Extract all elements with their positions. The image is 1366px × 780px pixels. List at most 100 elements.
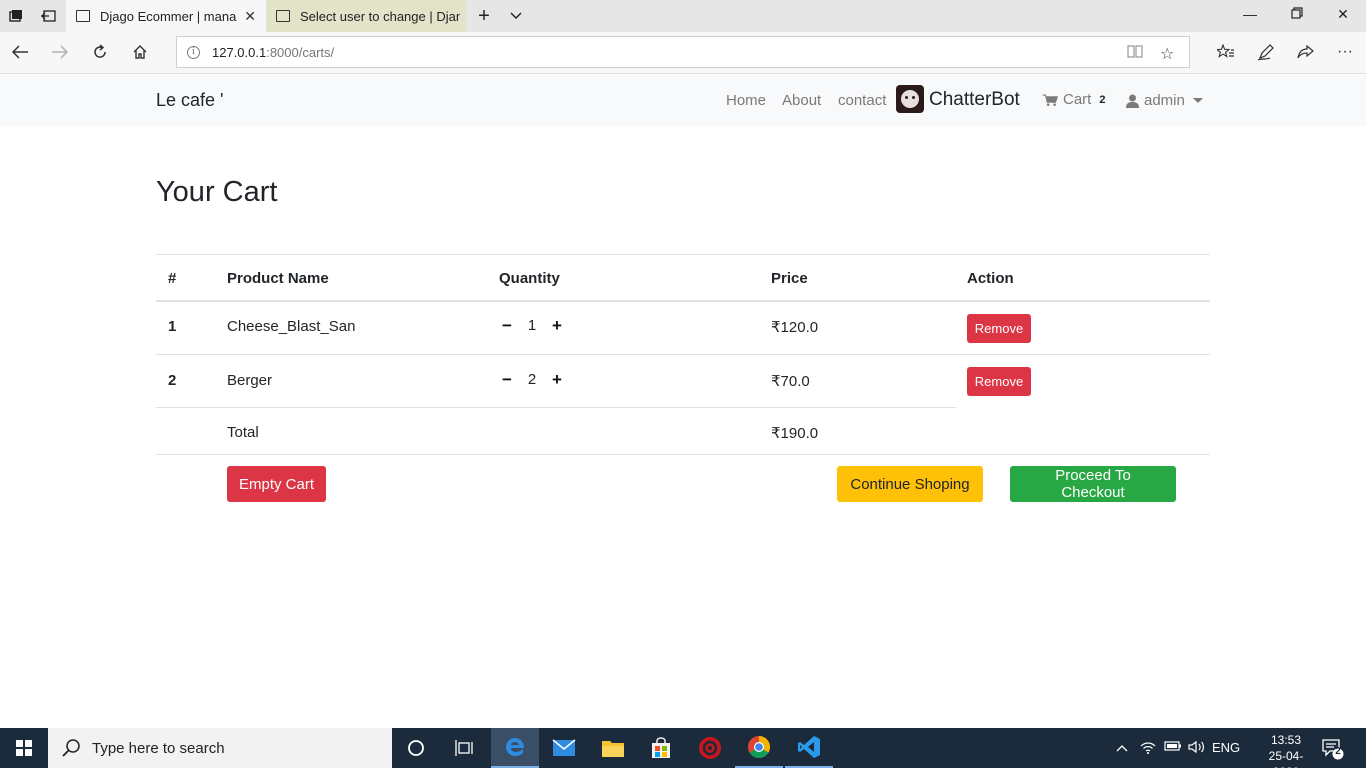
user-name: admin — [1144, 92, 1185, 109]
url-path: :8000/carts/ — [266, 44, 335, 60]
user-dropdown[interactable]: admin — [1126, 92, 1203, 109]
new-tab-icon[interactable]: + — [476, 5, 492, 27]
show-hidden-icons-icon[interactable] — [1116, 740, 1128, 755]
user-icon — [1126, 94, 1139, 108]
windows-logo-icon — [16, 740, 32, 756]
total-value: ₹190.0 — [771, 425, 819, 442]
divider — [156, 254, 1210, 255]
chatterbot-logo-icon[interactable] — [896, 85, 924, 113]
language-indicator[interactable]: ENG — [1212, 740, 1240, 755]
battery-icon[interactable] — [1164, 740, 1182, 755]
page-icon — [76, 10, 90, 22]
action-center-icon[interactable]: 2 — [1322, 738, 1344, 760]
tab-select-user[interactable]: Select user to change | Djan — [266, 0, 466, 32]
row-index: 2 — [168, 372, 177, 389]
url-field[interactable]: i 127.0.0.1:8000/carts/ ☆ — [176, 36, 1190, 68]
nav-link-chatterbot[interactable]: ChatterBot — [929, 89, 1020, 111]
app-icon[interactable] — [686, 728, 734, 768]
site-info-icon[interactable]: i — [187, 45, 200, 59]
vscode-icon[interactable] — [785, 728, 833, 768]
tab-title: Djago Ecommer | mana — [100, 8, 237, 24]
more-options-icon[interactable]: ··· — [1334, 41, 1356, 63]
quantity-value: 1 — [527, 317, 537, 334]
close-icon[interactable]: ✕ — [244, 8, 256, 25]
minimize-icon[interactable]: — — [1240, 6, 1260, 22]
edge-browser-icon[interactable] — [491, 728, 539, 768]
restore-icon[interactable] — [1287, 6, 1307, 22]
increase-quantity-button[interactable]: + — [549, 316, 565, 335]
refresh-icon[interactable] — [89, 41, 111, 63]
chrome-icon[interactable] — [735, 728, 783, 768]
volume-icon[interactable] — [1188, 740, 1206, 757]
wifi-icon[interactable] — [1140, 740, 1156, 757]
divider — [156, 300, 1210, 302]
brand-link[interactable]: Le cafe ' — [156, 90, 223, 111]
mail-icon[interactable] — [540, 728, 588, 768]
clock[interactable]: 13:53 25-04-2020 — [1258, 732, 1314, 780]
set-tabs-aside-icon[interactable] — [40, 8, 56, 24]
browser-address-bar: i 127.0.0.1:8000/carts/ ☆ ··· — [0, 32, 1366, 74]
start-button[interactable] — [0, 728, 48, 768]
back-icon[interactable] — [9, 41, 31, 63]
chevron-down-icon[interactable] — [508, 8, 524, 24]
notes-pen-icon[interactable] — [1255, 41, 1277, 63]
url-host: 127.0.0.1 — [212, 44, 267, 60]
clock-time: 13:53 — [1270, 733, 1302, 747]
home-icon[interactable] — [129, 41, 151, 63]
column-header-index: # — [168, 270, 177, 287]
increase-quantity-button[interactable]: + — [549, 370, 565, 389]
quantity-value: 2 — [527, 371, 537, 388]
divider — [156, 354, 1210, 355]
column-header-product-name: Product Name — [227, 270, 329, 287]
remove-item-button[interactable]: Remove — [967, 367, 1031, 396]
decrease-quantity-button[interactable]: − — [499, 370, 515, 389]
share-icon[interactable] — [1295, 41, 1317, 63]
reading-view-icon[interactable] — [1127, 44, 1143, 63]
cart-label: Cart — [1063, 91, 1092, 108]
search-placeholder: Type here to search — [92, 739, 225, 757]
cortana-icon[interactable] — [392, 728, 440, 768]
decrease-quantity-button[interactable]: − — [499, 316, 515, 335]
caret-down-icon — [1192, 98, 1203, 103]
notification-count: 2 — [1335, 746, 1341, 757]
divider — [156, 407, 956, 408]
divider — [156, 454, 1210, 455]
tab-title: Select user to change | Djan — [300, 8, 460, 24]
nav-link-about[interactable]: About — [782, 92, 821, 109]
empty-cart-button[interactable]: Empty Cart — [227, 466, 326, 502]
column-header-action: Action — [967, 270, 1014, 287]
continue-shopping-button[interactable]: Continue Shoping — [837, 466, 983, 502]
store-icon[interactable] — [637, 728, 685, 768]
nav-link-contact[interactable]: contact — [838, 92, 886, 109]
close-window-icon[interactable]: ✕ — [1333, 6, 1353, 23]
tab-manager-icon[interactable] — [8, 8, 24, 24]
total-label: Total — [227, 424, 259, 441]
product-price: ₹120.0 — [771, 319, 819, 336]
quantity-stepper: − 1 + — [499, 316, 565, 335]
tab-django-ecommerce[interactable]: Djago Ecommer | mana ✕ — [66, 0, 266, 32]
site-navbar: Le cafe ' Home About contact ChatterBot … — [0, 75, 1366, 126]
favorites-icon[interactable] — [1215, 41, 1237, 63]
taskbar-search-input[interactable]: Type here to search — [48, 728, 392, 768]
product-price: ₹70.0 — [771, 373, 810, 390]
favorite-star-icon[interactable]: ☆ — [1160, 44, 1174, 64]
nav-link-cart[interactable]: Cart 2 — [1042, 91, 1105, 108]
browser-tab-bar: Djago Ecommer | mana ✕ Select user to ch… — [0, 0, 1366, 32]
product-name: Berger — [227, 372, 273, 389]
windows-taskbar: Type here to search ENG 13:53 25-04-2020… — [0, 728, 1366, 779]
task-view-icon[interactable] — [440, 728, 488, 768]
clock-date: 25-04-2020 — [1268, 749, 1304, 779]
shopping-cart-icon — [1042, 93, 1058, 106]
column-header-quantity: Quantity — [499, 270, 560, 287]
column-header-price: Price — [771, 270, 808, 287]
search-icon — [62, 739, 80, 757]
forward-icon[interactable] — [49, 41, 71, 63]
remove-item-button[interactable]: Remove — [967, 314, 1031, 343]
file-explorer-icon[interactable] — [589, 728, 637, 768]
cart-count-badge: 2 — [1099, 93, 1106, 106]
product-name: Cheese_Blast_San — [227, 318, 356, 335]
page-icon — [276, 10, 290, 22]
row-index: 1 — [168, 318, 177, 335]
nav-link-home[interactable]: Home — [726, 92, 766, 109]
proceed-to-checkout-button[interactable]: Proceed To Checkout — [1010, 466, 1176, 502]
